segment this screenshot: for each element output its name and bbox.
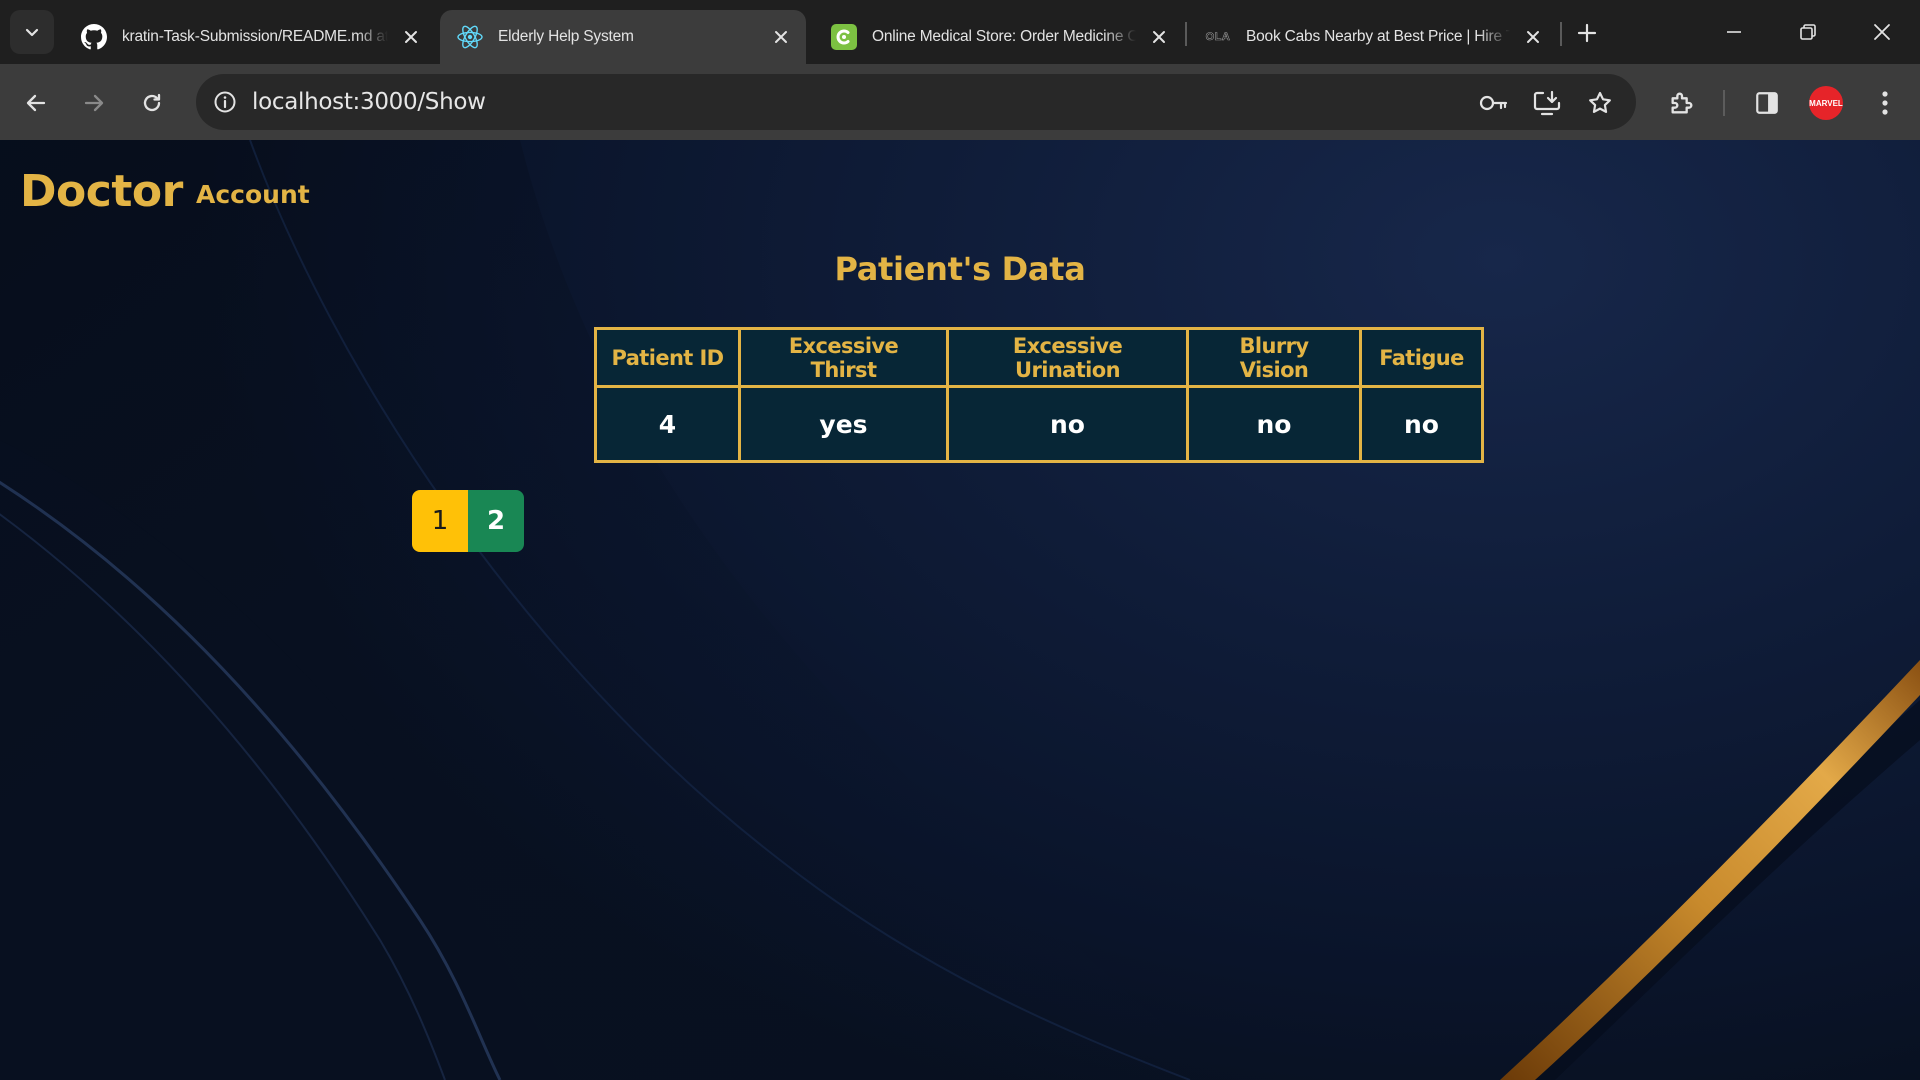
password-key-icon[interactable] bbox=[1477, 86, 1511, 120]
minimize-button[interactable] bbox=[1714, 14, 1754, 50]
pagination-page-1[interactable]: 1 bbox=[412, 490, 468, 552]
column-header-blurry-vision: Blurry Vision bbox=[1186, 327, 1362, 388]
close-icon[interactable] bbox=[1146, 24, 1172, 50]
tab-separator bbox=[1185, 22, 1187, 46]
tab-title: kratin-Task-Submission/README.md at bbox=[122, 28, 388, 45]
tab-online-medical-store[interactable]: Online Medical Store: Order Medicine Onl… bbox=[814, 10, 1184, 64]
tab-title: Online Medical Store: Order Medicine Onl… bbox=[872, 28, 1136, 45]
pagination-page-2[interactable]: 2 bbox=[468, 490, 524, 552]
tab-elderly-help-system[interactable]: Elderly Help System bbox=[440, 10, 806, 64]
extensions-puzzle-icon[interactable] bbox=[1665, 86, 1699, 120]
restore-icon bbox=[1800, 24, 1816, 40]
tab-title: Book Cabs Nearby at Best Price | Hire Ta… bbox=[1246, 28, 1510, 45]
page-title: Patient's Data bbox=[834, 250, 1086, 288]
cell-blurry-vision: no bbox=[1186, 385, 1362, 463]
site-info-icon[interactable] bbox=[210, 87, 240, 117]
toolbar-separator bbox=[1723, 90, 1725, 116]
install-app-icon[interactable] bbox=[1530, 86, 1564, 120]
table-header-row: Patient ID Excessive Thirst Excessive Ur… bbox=[594, 327, 1484, 388]
tab-github[interactable]: kratin-Task-Submission/README.md at bbox=[64, 10, 436, 64]
profile-avatar-text: MARVEL bbox=[1809, 99, 1843, 108]
pharmacy-icon bbox=[830, 23, 858, 51]
tab-strip: kratin-Task-Submission/README.md at Elde… bbox=[0, 0, 1920, 64]
column-header-patient-id: Patient ID bbox=[594, 327, 741, 388]
new-tab-button[interactable] bbox=[1572, 18, 1602, 48]
patient-data-table: Patient ID Excessive Thirst Excessive Ur… bbox=[594, 327, 1484, 463]
table-row: 4 yes no no no bbox=[594, 385, 1484, 463]
tab-search-button[interactable] bbox=[10, 10, 54, 54]
column-header-fatigue: Fatigue bbox=[1359, 327, 1484, 388]
cell-fatigue: no bbox=[1359, 385, 1484, 463]
ola-icon: OLA bbox=[1204, 23, 1232, 51]
reload-icon bbox=[143, 93, 161, 112]
page-viewport: Doctor Account Patient's Data Patient ID… bbox=[0, 140, 1920, 1080]
more-menu-icon[interactable] bbox=[1868, 86, 1902, 120]
minimize-icon bbox=[1727, 31, 1741, 33]
cell-excessive-thirst: yes bbox=[738, 385, 949, 463]
tab-title: Elderly Help System bbox=[498, 28, 634, 45]
cell-patient-id: 4 bbox=[594, 385, 741, 463]
column-header-excessive-urination: Excessive Urination bbox=[946, 327, 1189, 388]
ola-icon-text: OLA bbox=[1205, 31, 1231, 43]
side-panel-icon[interactable] bbox=[1750, 86, 1784, 120]
back-button[interactable] bbox=[19, 86, 53, 120]
arrow-left-icon bbox=[26, 94, 46, 112]
plus-icon bbox=[1577, 23, 1597, 43]
reload-button[interactable] bbox=[135, 86, 169, 120]
forward-button[interactable] bbox=[77, 86, 111, 120]
github-icon bbox=[80, 23, 108, 51]
bookmark-star-icon[interactable] bbox=[1583, 86, 1617, 120]
close-window-button[interactable] bbox=[1862, 14, 1902, 50]
react-icon bbox=[456, 23, 484, 51]
column-header-excessive-thirst: Excessive Thirst bbox=[738, 327, 949, 388]
tab-separator bbox=[1560, 22, 1562, 46]
nav-link-account[interactable]: Account bbox=[196, 180, 310, 209]
arrow-right-icon bbox=[84, 94, 104, 112]
restore-button[interactable] bbox=[1788, 14, 1828, 50]
cell-excessive-urination: no bbox=[946, 385, 1189, 463]
close-icon[interactable] bbox=[1520, 24, 1546, 50]
chevron-down-icon bbox=[25, 28, 39, 37]
address-bar[interactable]: localhost:3000/Show bbox=[196, 74, 1636, 130]
brand-logo[interactable]: Doctor bbox=[20, 166, 183, 217]
profile-avatar[interactable]: MARVEL bbox=[1808, 85, 1844, 121]
close-icon[interactable] bbox=[768, 24, 794, 50]
url-text[interactable]: localhost:3000/Show bbox=[252, 89, 486, 115]
close-icon[interactable] bbox=[398, 24, 424, 50]
close-icon bbox=[1874, 24, 1890, 40]
tab-book-cabs[interactable]: OLA Book Cabs Nearby at Best Price | Hir… bbox=[1188, 10, 1558, 64]
